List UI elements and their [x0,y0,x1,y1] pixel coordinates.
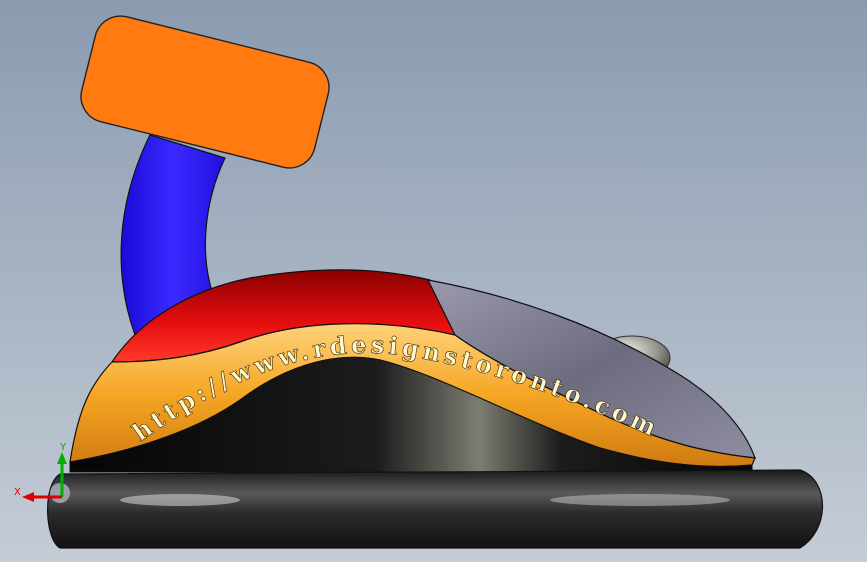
model-scene: http://www.rdesignstoronto.com [0,0,867,562]
y-axis-label: Y [59,442,67,453]
base-highlight [120,494,240,506]
axis-triad: X Y [14,442,70,503]
cad-viewport[interactable]: http://www.rdesignstoronto.com X Y [0,0,867,562]
y-axis-head [57,452,67,464]
x-axis-label: X [14,487,21,498]
base-highlight [550,494,730,506]
x-axis-head [22,492,34,502]
triad-origin [50,483,70,503]
base-plate [47,469,823,549]
